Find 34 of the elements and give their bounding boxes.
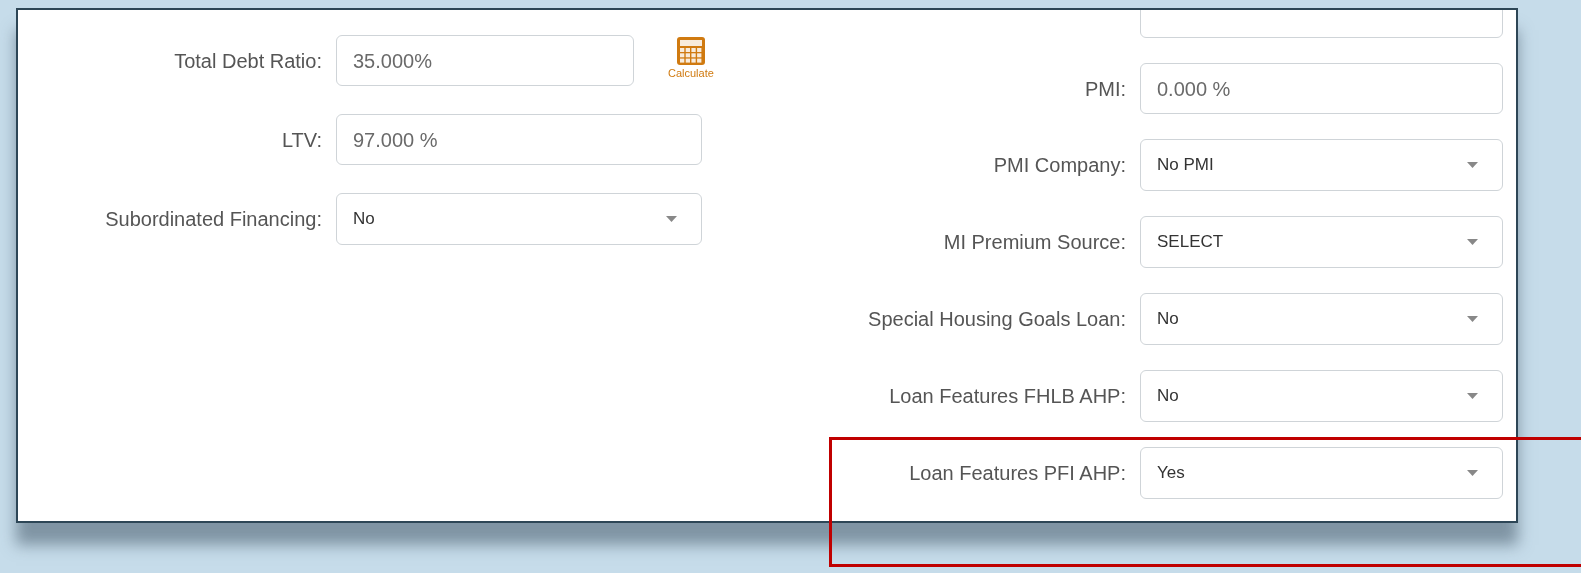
dropdown-value: No — [1157, 385, 1179, 408]
caret-icon — [1467, 316, 1478, 322]
field-label: PMI Company: — [992, 153, 1126, 178]
caret-icon — [1467, 162, 1478, 168]
caret-icon — [1467, 470, 1478, 476]
field-label: LTV: — [281, 127, 322, 153]
caret-icon — [1467, 393, 1478, 399]
dropdown-field[interactable]: No — [336, 193, 702, 245]
dropdown-field[interactable]: Yes — [1140, 447, 1503, 499]
dropdown-value: No — [353, 208, 375, 231]
dropdown-value: SELECT — [1157, 231, 1224, 254]
field-label: PMI: — [1083, 76, 1126, 102]
field-label: Loan Features FHLB AHP: — [888, 384, 1126, 409]
caret-icon — [1467, 239, 1478, 245]
field-label: Special Housing Goals Loan: — [867, 307, 1126, 332]
field-label: Total Debt Ratio: — [173, 48, 322, 74]
dropdown-value: Yes — [1157, 462, 1185, 485]
field-value: 0.000 % — [1157, 76, 1231, 102]
dropdown-field[interactable]: No — [1140, 293, 1503, 345]
dropdown-field[interactable]: No — [1140, 370, 1503, 422]
dropdown-value: No — [1157, 308, 1179, 331]
calculator-icon — [675, 36, 706, 66]
text-field[interactable]: 35.000% — [336, 35, 634, 86]
field-label: Subordinated Financing: — [104, 207, 322, 232]
dropdown-field[interactable]: No PMI — [1140, 139, 1503, 191]
field-label: MI Premium Source: — [942, 230, 1126, 255]
text-field[interactable]: 0.000 % — [1140, 63, 1503, 114]
field-value: 97.000 % — [353, 127, 438, 153]
field-value: 35.000% — [353, 48, 432, 74]
text-field[interactable]: 97.000 % — [336, 114, 702, 165]
caret-icon — [666, 216, 677, 222]
dropdown-field[interactable]: SELECT — [1140, 216, 1503, 268]
dropdown-value: No PMI — [1157, 154, 1214, 177]
field-label: Loan Features PFI AHP: — [908, 461, 1126, 486]
